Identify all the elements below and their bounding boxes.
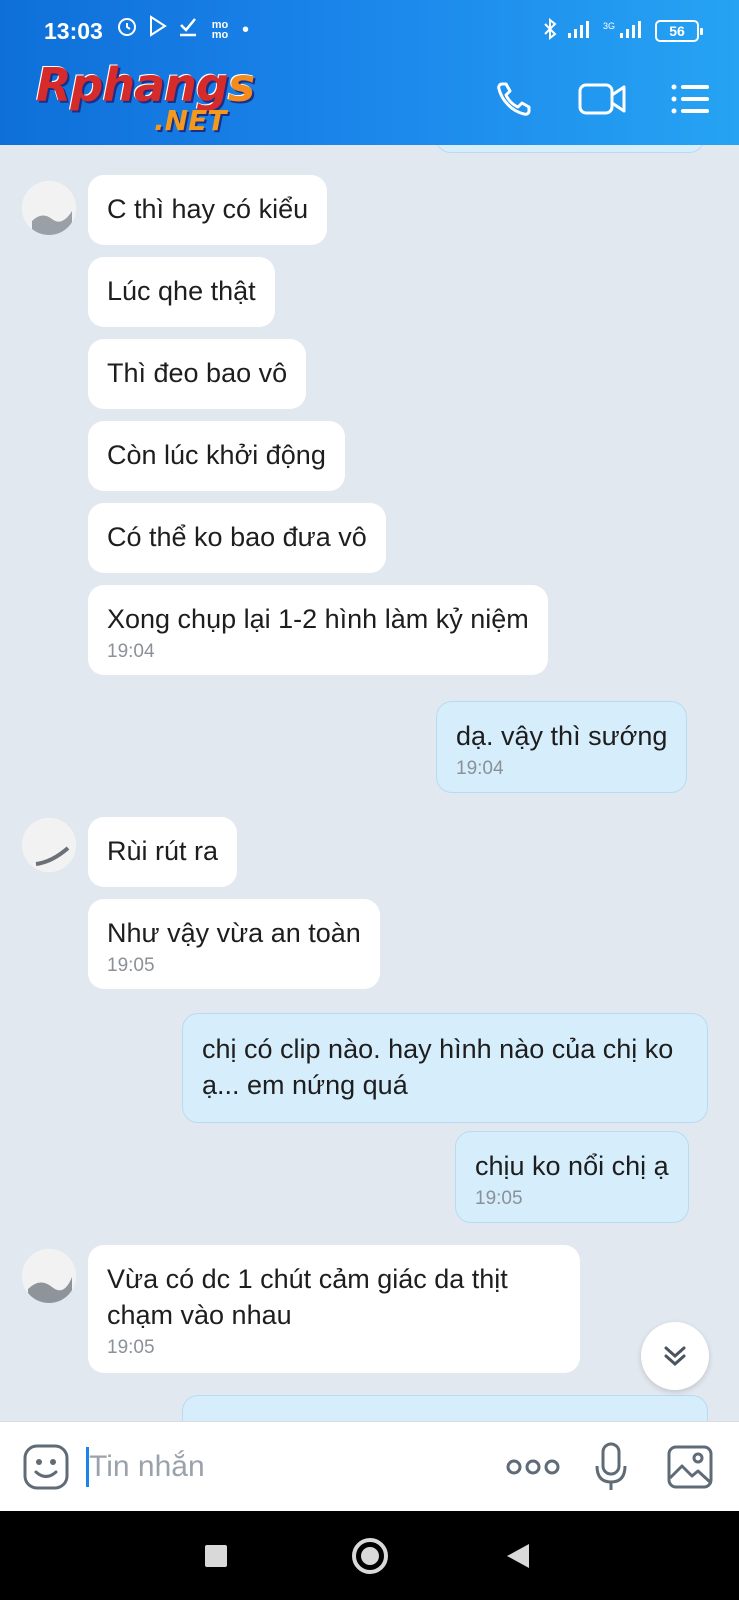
phone-icon [497,82,531,116]
message-time: 19:04 [456,758,504,779]
system-icons: 3G 56 [543,17,703,45]
signal-icon-2 [619,19,645,44]
network-type: 3G [602,20,615,31]
contact-avatar[interactable] [22,1249,76,1303]
message-time: 19:05 [107,955,155,976]
call-button[interactable] [489,76,539,122]
menu-button[interactable] [665,76,715,122]
system-navigation-bar [0,1511,739,1600]
bluetooth-icon [543,17,557,45]
message-text: chịu ko nổi chị ạ [475,1151,669,1181]
message-bubble-in[interactable]: Lúc qhe thật [88,257,275,327]
chevron-double-down-icon [664,1346,686,1367]
logo-subtext: .NET [154,104,227,137]
message-bubble-out[interactable]: chị có clip nào. hay hình nào của chị ko… [182,1013,708,1123]
message-bubble-in[interactable]: Còn lúc khởi động [88,421,345,491]
partial-message-bubble[interactable] [182,1395,708,1421]
message-text: chị có clip nào. hay hình nào của chị ko… [202,1034,674,1100]
download-done-icon [178,15,198,45]
contact-avatar[interactable] [22,181,76,235]
partial-message-bubble[interactable] [435,145,705,153]
app-header: 13:03 mo mo • 3G 56 Rphangs .NET [0,0,739,145]
video-call-button[interactable] [577,76,627,122]
alarm-icon [116,15,138,45]
message-text: Có thể ko bao đưa vô [107,522,367,552]
message-bubble-in[interactable]: Có thể ko bao đưa vô [88,503,386,573]
message-bubble-in[interactable]: Vừa có dc 1 chút cảm giác da thịt chạm v… [88,1245,580,1373]
message-text: Còn lúc khởi động [107,440,326,470]
header-actions [489,76,715,122]
message-text: C thì hay có kiểu [107,194,309,224]
message-text: Xong chụp lại 1-2 hình làm kỷ niệm [107,604,529,634]
message-time: 19:04 [107,641,155,662]
message-bubble-in[interactable]: Xong chụp lại 1-2 hình làm kỷ niệm 19:04 [88,585,548,675]
send-image-button[interactable] [666,1444,714,1490]
notification-icons: mo mo • [116,15,250,45]
message-text: dạ. vậy thì sướng [456,721,668,751]
momo-icon: mo mo [211,19,229,41]
message-text: Rùi rút ra [107,836,219,866]
emoji-button[interactable] [22,1443,70,1491]
play-store-icon [148,15,168,45]
contact-avatar[interactable] [22,818,76,872]
message-bubble-in[interactable]: Thì đeo bao vô [88,339,307,409]
status-time: 13:03 [44,18,103,44]
dot-icon: • [242,19,250,41]
message-bubble-out[interactable]: dạ. vậy thì sướng 19:04 [436,701,688,793]
message-bubble-out[interactable]: chịu ko nổi chị ạ 19:05 [455,1131,689,1223]
message-text: Thì đeo bao vô [107,358,288,388]
message-bubble-in[interactable]: Như vậy vừa an toàn 19:05 [88,899,380,989]
more-dots-icon [506,1459,560,1475]
battery-icon: 56 [655,20,703,42]
message-list[interactable]: C thì hay có kiểu Lúc qhe thật Thì đeo b… [0,145,739,1421]
message-time: 19:05 [475,1188,523,1209]
video-camera-icon [578,83,626,115]
message-time: 19:05 [107,1337,155,1358]
message-bubble-in[interactable]: Rùi rút ra [88,817,238,887]
scroll-to-bottom-button[interactable] [641,1322,709,1390]
message-text: Như vậy vừa an toàn [107,918,361,948]
message-input[interactable] [89,1444,469,1490]
status-bar: 13:03 mo mo • 3G 56 [0,0,739,60]
more-options-button[interactable] [505,1450,561,1484]
emoji-icon [23,1444,69,1490]
watermark-logo: Rphangs .NET [36,58,256,138]
back-button[interactable] [507,1544,529,1568]
home-button[interactable] [352,1538,388,1574]
microphone-icon [595,1442,627,1490]
signal-icon [567,19,593,44]
list-menu-icon [671,84,709,114]
message-composer [0,1421,739,1511]
voice-message-button[interactable] [594,1442,628,1492]
message-text: Vừa có dc 1 chút cảm giác da thịt chạm v… [107,1264,508,1330]
message-bubble-in[interactable]: C thì hay có kiểu [88,175,328,245]
recent-apps-button[interactable] [205,1545,227,1567]
image-icon [667,1445,713,1489]
message-text: Lúc qhe thật [107,276,256,306]
